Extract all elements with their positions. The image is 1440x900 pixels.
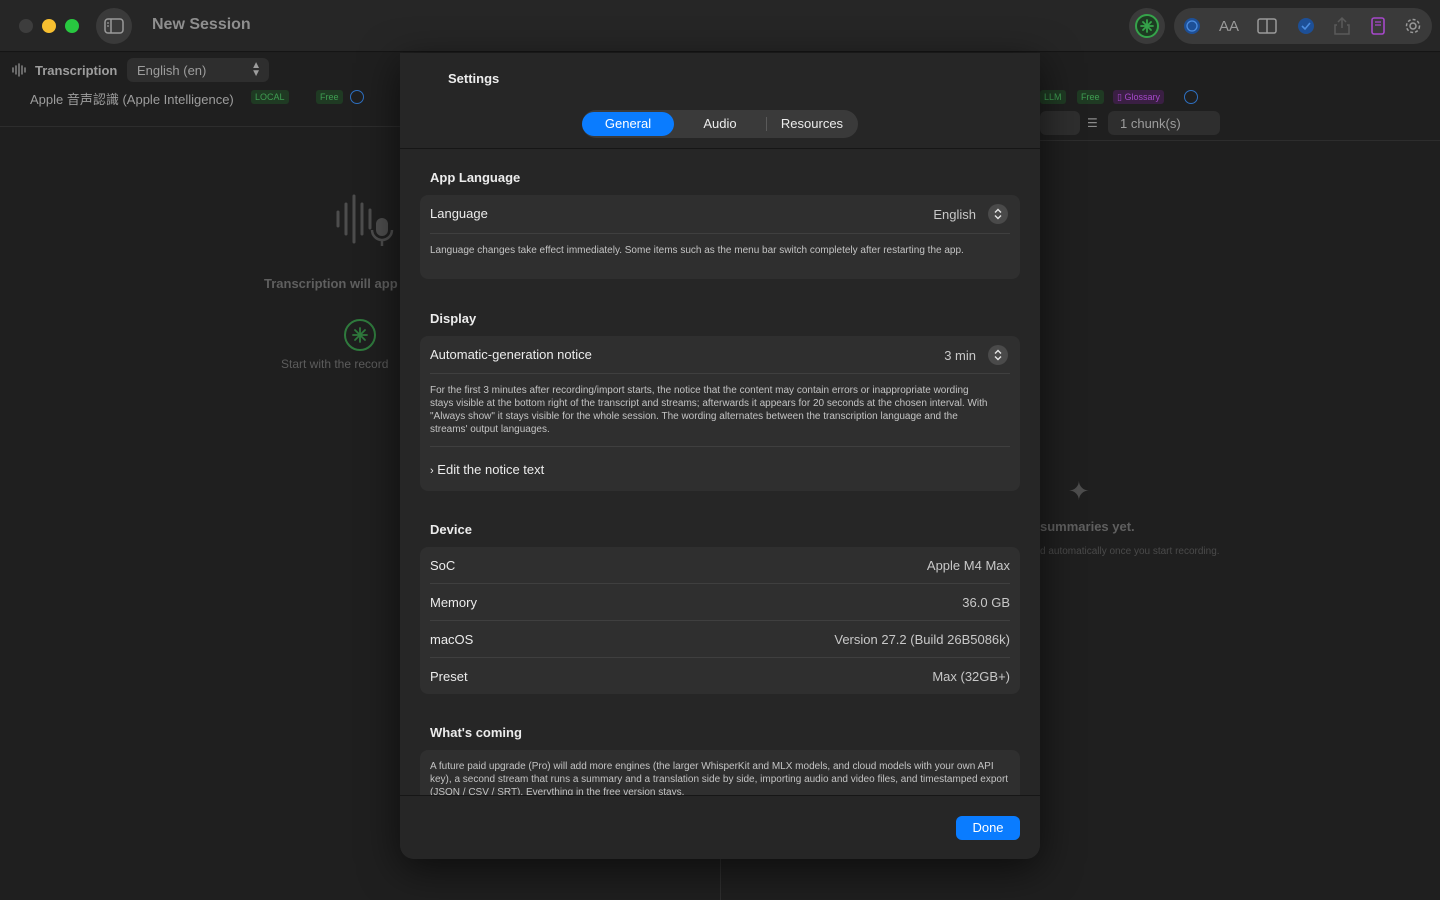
globe-icon (1184, 18, 1200, 34)
edit-notice-disclosure[interactable]: › Edit the notice text (430, 462, 544, 477)
display-section-title: Display (430, 311, 477, 326)
glossary-badge: ▯ Glossary (1113, 90, 1164, 104)
language-stepper[interactable] (988, 204, 1008, 224)
stream-free-badge: Free (1077, 90, 1104, 104)
settings-button[interactable] (1403, 16, 1423, 36)
language-description: Language changes take effect immediately… (430, 245, 964, 256)
waveform-mic-icon (336, 194, 394, 246)
summaries-empty-text: summaries yet. (1040, 519, 1135, 534)
window-title: New Session (152, 16, 251, 33)
display-card: Automatic-generation notice 3 min For th… (420, 336, 1020, 491)
notice-stepper[interactable] (988, 345, 1008, 365)
translate-button[interactable] (1182, 16, 1202, 36)
row-separator (430, 446, 1010, 447)
memory-value: 36.0 GB (962, 595, 1010, 610)
sidebar-icon (104, 18, 124, 34)
notice-label: Automatic-generation notice (430, 347, 592, 362)
minimize-window-button[interactable] (42, 19, 56, 33)
maximize-window-button[interactable] (65, 19, 79, 33)
gear-icon (1405, 18, 1421, 34)
sparkles-icon: ✦ (1068, 476, 1090, 506)
transcription-empty-text: Transcription will app (264, 276, 398, 291)
whats-coming-section-title: What's coming (430, 725, 522, 740)
chunk-select[interactable]: 1 chunk(s) (1108, 111, 1220, 135)
tab-audio[interactable]: Audio (674, 112, 766, 136)
local-badge: LOCAL (251, 90, 289, 104)
whats-coming-description: A future paid upgrade (Pro) will add mor… (430, 761, 1009, 798)
record-hint-icon (344, 319, 376, 351)
title-bar: New Session AA (0, 0, 1440, 52)
settings-sheet: Settings General Audio Resources App Lan… (400, 53, 1040, 859)
macos-value: Version 27.2 (Build 26B5086k) (834, 632, 1010, 647)
engine-label: Apple 音声認識 (Apple Intelligence) (30, 92, 234, 107)
footer-area (400, 795, 1040, 859)
record-button[interactable] (1129, 8, 1165, 44)
language-value[interactable]: English (933, 207, 976, 222)
preset-label: Preset (430, 669, 468, 684)
soc-value: Apple M4 Max (926, 558, 1010, 573)
share-icon (1334, 17, 1350, 35)
device-section-title: Device (430, 522, 472, 537)
chevron-updown-icon: ▲ ▼ (251, 60, 261, 79)
soc-label: SoC (430, 558, 456, 573)
transcription-language-select[interactable]: English (en) ▲ ▼ (127, 58, 269, 82)
checkmark-circle-icon (1298, 18, 1314, 34)
free-badge: Free (316, 90, 343, 104)
macos-label: macOS (430, 632, 474, 647)
chevron-updown-icon (994, 208, 1002, 220)
settings-title: Settings (448, 71, 500, 86)
list-icon: ☰ (1087, 116, 1098, 130)
record-icon (1135, 14, 1159, 38)
check-button[interactable] (1296, 16, 1316, 36)
row-separator (430, 373, 1010, 374)
app-language-section-title: App Language (430, 170, 521, 185)
share-button[interactable] (1332, 16, 1352, 36)
memory-label: Memory (430, 595, 477, 610)
row-separator (430, 657, 1010, 658)
sidebar-toggle-button[interactable] (96, 8, 132, 44)
stream-mode-select[interactable] (1040, 111, 1080, 135)
notice-description: For the first 3 minutes after recording/… (430, 385, 988, 435)
tab-general[interactable]: General (582, 112, 674, 136)
row-separator (430, 583, 1010, 584)
book-icon (1371, 17, 1385, 35)
chevron-updown-icon (994, 349, 1002, 361)
preset-value: Max (32GB+) (932, 669, 1010, 684)
stream-menu-chevron-icon[interactable] (1184, 90, 1198, 104)
font-size-button[interactable]: AA (1217, 16, 1241, 36)
done-button[interactable]: Done (956, 816, 1020, 840)
engine-menu-chevron-icon[interactable] (350, 90, 364, 104)
footer-divider (400, 795, 1040, 796)
edit-notice-label: Edit the notice text (437, 462, 545, 477)
record-hint-text: Start with the record (281, 357, 389, 371)
split-view-button[interactable] (1257, 16, 1277, 36)
tab-resources[interactable]: Resources (766, 112, 858, 136)
toolbar-group: AA (1174, 8, 1432, 44)
waveform-icon (12, 63, 26, 77)
close-window-button[interactable] (19, 19, 33, 33)
llm-badge: LLM (1040, 90, 1066, 104)
split-view-icon (1257, 18, 1277, 34)
font-size-icon: AA (1218, 17, 1239, 35)
chunk-select-value: 1 chunk(s) (1120, 116, 1181, 131)
settings-tabs: General Audio Resources (582, 110, 858, 138)
transcription-title: Transcription (35, 63, 118, 78)
app-language-card: Language English Language changes take e… (420, 195, 1020, 279)
summaries-empty-subtext: d automatically once you start recording… (1040, 546, 1220, 557)
row-separator (430, 233, 1010, 234)
language-label: Language (430, 206, 488, 221)
row-separator (430, 620, 1010, 621)
header-divider (400, 148, 1040, 149)
chevron-right-icon: › (430, 465, 434, 477)
notice-value[interactable]: 3 min (944, 348, 976, 363)
glossary-button[interactable] (1368, 16, 1388, 36)
transcription-language-value: English (en) (137, 63, 207, 78)
device-card: SoC Apple M4 Max Memory 36.0 GB macOS Ve… (420, 547, 1020, 694)
